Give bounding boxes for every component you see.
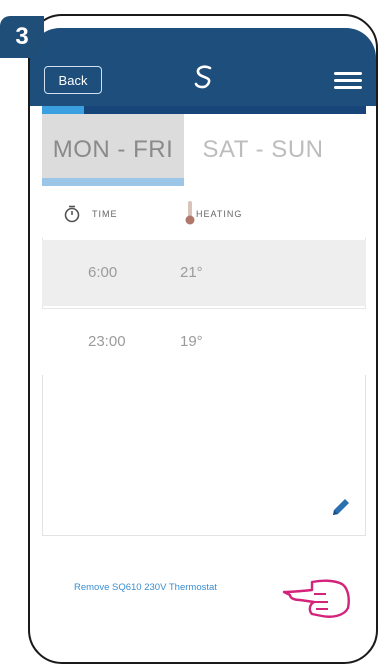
heating-column-label: HEATING [196, 209, 243, 219]
schedule-time: 23:00 [88, 333, 126, 350]
tab-stripe [42, 106, 366, 114]
back-button[interactable]: Back [44, 66, 102, 94]
remove-thermostat-link[interactable]: Remove SQ610 230V Thermostat [74, 582, 217, 593]
edit-pencil-icon[interactable] [330, 496, 352, 518]
timer-icon [64, 205, 80, 223]
active-tab-indicator [42, 178, 184, 186]
tab-sat-sun-label: SAT - SUN [202, 136, 324, 163]
tab-mon-fri-label: MON - FRI [52, 136, 174, 163]
schedule-row[interactable]: 23:00 19° [42, 308, 366, 375]
time-column-label: TIME [92, 209, 118, 219]
schedule-row[interactable]: 6:00 21° [42, 240, 366, 306]
tab-sat-sun[interactable]: SAT - SUN [188, 114, 338, 186]
schedule-temp: 21° [180, 264, 203, 281]
hamburger-menu-icon[interactable] [334, 72, 362, 90]
step-number: 3 [15, 23, 29, 50]
pointing-hand-icon [282, 579, 350, 618]
swirl-logo-icon [194, 65, 212, 89]
step-badge: 3 [0, 16, 44, 58]
day-tabs: MON - FRI SAT - SUN [42, 114, 366, 186]
tab-mon-fri[interactable]: MON - FRI [42, 114, 184, 186]
schedule-time: 6:00 [88, 264, 118, 281]
tab-stripe-accent [42, 106, 84, 114]
app-header: Back [30, 28, 376, 106]
thermometer-icon [185, 201, 195, 225]
schedule-header: TIME HEATING [42, 190, 366, 238]
phone-frame: Back MON - FRI SAT - SUN TIME HEATING 6:… [28, 14, 378, 664]
schedule-temp: 19° [180, 333, 203, 350]
